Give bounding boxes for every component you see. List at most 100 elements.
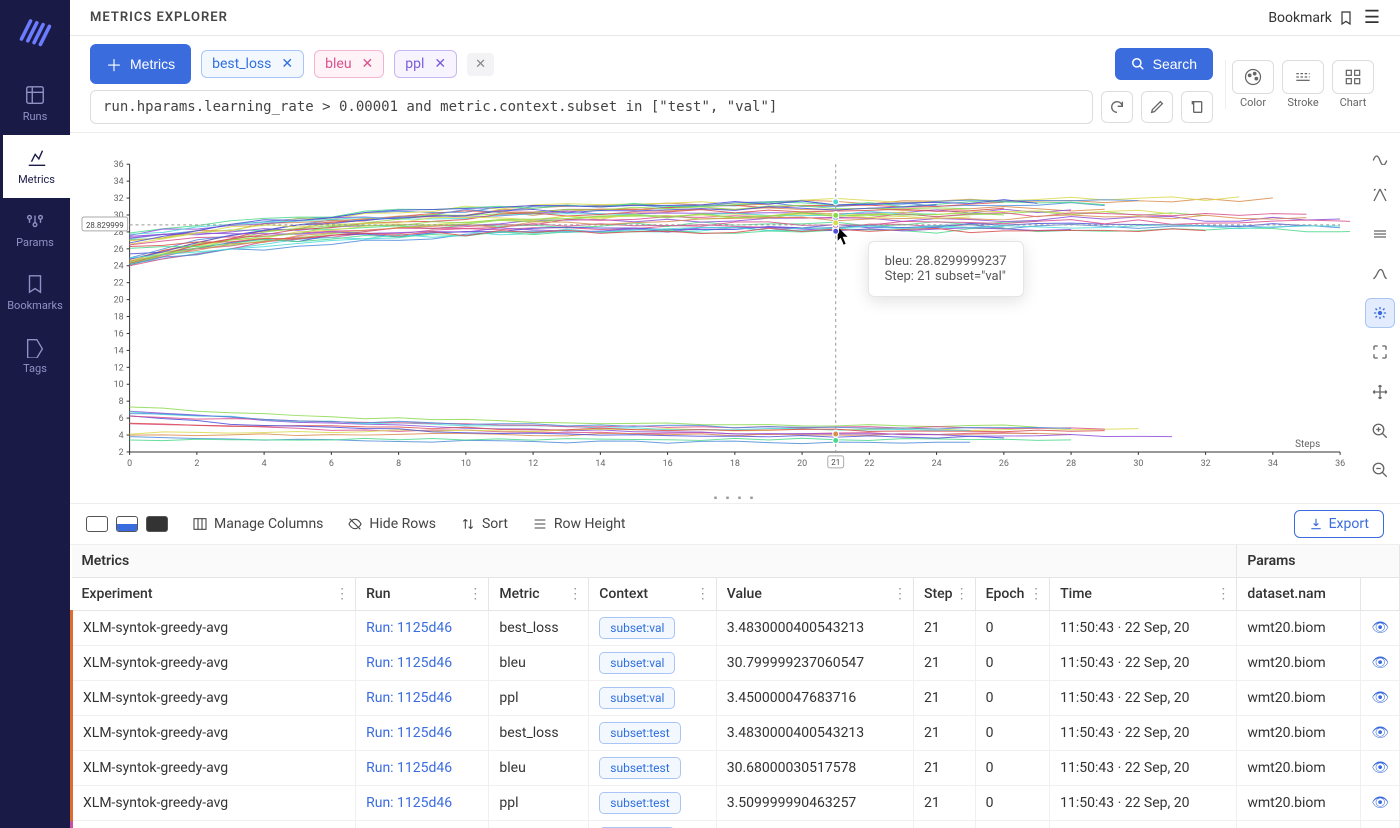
run-link[interactable]: Run: 1125d46 xyxy=(366,655,452,671)
view-table-only[interactable] xyxy=(146,516,168,532)
kebab-icon[interactable]: ⋮ xyxy=(1029,586,1043,602)
svg-text:6: 6 xyxy=(329,459,334,469)
run-link[interactable]: Run: 1125d46 xyxy=(366,725,452,741)
cell-visibility: 👁 xyxy=(1361,821,1400,828)
axes-scale-button[interactable] xyxy=(1365,180,1395,209)
manage-columns-button[interactable]: Manage Columns xyxy=(192,516,323,532)
col-epoch[interactable]: Epoch⋮ xyxy=(975,578,1049,611)
table-row[interactable]: XLM-syntok-greedy-avg Run: 1125d46 best_… xyxy=(72,611,1400,646)
search-button[interactable]: Search xyxy=(1115,48,1213,80)
col-context[interactable]: Context⋮ xyxy=(589,578,716,611)
run-link[interactable]: Run: 1125d46 xyxy=(366,795,452,811)
data-table-wrap[interactable]: Metrics Params Experiment⋮ Run⋮ Metric⋮ … xyxy=(70,545,1400,828)
autoscale-button[interactable] xyxy=(1365,338,1395,367)
svg-text:28: 28 xyxy=(1066,459,1076,469)
sidebar-item-tags[interactable]: Tags xyxy=(0,324,70,387)
sidebar-item-params[interactable]: Params xyxy=(0,198,70,261)
chart-panel[interactable]: 2468101214161820222426283032343602468101… xyxy=(70,133,1360,493)
cell-context: subset:val xyxy=(589,611,716,646)
eye-icon[interactable]: 👁 xyxy=(1371,725,1389,741)
eye-icon[interactable]: 👁 xyxy=(1371,655,1389,671)
col-step[interactable]: Step⋮ xyxy=(914,578,976,611)
cell-experiment: XLM-syntok-greedy-avg xyxy=(72,751,356,786)
clear-chips-button[interactable]: ✕ xyxy=(467,53,494,76)
row-height-button[interactable]: Row Height xyxy=(532,516,626,532)
metric-chip-bleu[interactable]: bleu ✕ xyxy=(314,50,384,78)
zoom-in-button[interactable] xyxy=(1365,416,1395,445)
table-row[interactable]: XLM-syntok-greedy-few-titles-avg Run: 11… xyxy=(72,821,1400,828)
table-row[interactable]: XLM-syntok-greedy-avg Run: 1125d46 ppl s… xyxy=(72,681,1400,716)
export-button[interactable]: Export xyxy=(1294,510,1384,538)
view-split[interactable] xyxy=(116,516,138,532)
cell-epoch: 0 xyxy=(975,681,1049,716)
eye-icon[interactable]: 👁 xyxy=(1371,690,1389,706)
close-icon[interactable]: ✕ xyxy=(362,56,374,72)
refresh-button[interactable] xyxy=(1101,91,1133,123)
col-run[interactable]: Run⋮ xyxy=(356,578,489,611)
run-link[interactable]: Run: 1125d46 xyxy=(366,620,452,636)
stroke-tool[interactable]: Stroke xyxy=(1282,60,1324,109)
cell-epoch: 0 xyxy=(975,786,1049,821)
table-row[interactable]: XLM-syntok-greedy-avg Run: 1125d46 bleu … xyxy=(72,646,1400,681)
query-input[interactable] xyxy=(90,90,1093,124)
sort-button[interactable]: Sort xyxy=(460,516,508,532)
zoom-out-button[interactable] xyxy=(1365,456,1395,485)
chart-tool[interactable]: Chart xyxy=(1332,60,1374,109)
context-badge: subset:val xyxy=(599,652,675,674)
sidebar-item-metrics[interactable]: Metrics xyxy=(0,135,70,198)
table-row[interactable]: XLM-syntok-greedy-avg Run: 1125d46 bleu … xyxy=(72,751,1400,786)
kebab-icon[interactable]: ⋮ xyxy=(955,586,969,602)
smoothing-button[interactable] xyxy=(1365,259,1395,288)
kebab-icon[interactable]: ⋮ xyxy=(696,586,710,602)
col-value[interactable]: Value⋮ xyxy=(716,578,913,611)
line-chart[interactable]: 2468101214161820222426283032343602468101… xyxy=(80,143,1350,493)
col-experiment[interactable]: Experiment⋮ xyxy=(72,578,356,611)
svg-text:6: 6 xyxy=(119,414,124,424)
align-button[interactable] xyxy=(1365,220,1395,249)
table-row[interactable]: XLM-syntok-greedy-avg Run: 1125d46 ppl s… xyxy=(72,786,1400,821)
svg-text:8: 8 xyxy=(119,397,124,407)
sidebar-item-bookmarks[interactable]: Bookmarks xyxy=(0,261,70,324)
aggregate-button[interactable] xyxy=(1365,141,1395,170)
sidebar-item-runs[interactable]: Runs xyxy=(0,72,70,135)
cell-metric: ppl xyxy=(489,681,589,716)
color-tool[interactable]: Color xyxy=(1232,60,1274,109)
eye-icon[interactable]: 👁 xyxy=(1371,620,1389,636)
cell-step: 21 xyxy=(914,751,976,786)
metric-chip-best-loss[interactable]: best_loss ✕ xyxy=(201,50,304,78)
view-chart-only[interactable] xyxy=(86,516,108,532)
run-link[interactable]: Run: 1125d46 xyxy=(366,760,452,776)
close-icon[interactable]: ✕ xyxy=(434,56,446,72)
bookmark-button[interactable]: Bookmark xyxy=(1268,10,1354,26)
cell-visibility: 👁 xyxy=(1361,646,1400,681)
kebab-icon[interactable]: ⋮ xyxy=(893,586,907,602)
highlight-button[interactable] xyxy=(1365,298,1395,327)
table-row[interactable]: XLM-syntok-greedy-avg Run: 1125d46 best_… xyxy=(72,716,1400,751)
cell-time: 11:50:43 · 22 Sep, 20 xyxy=(1050,786,1237,821)
cell-step: 21 xyxy=(914,646,976,681)
cell-step: 21 xyxy=(914,611,976,646)
col-time[interactable]: Time⋮ xyxy=(1050,578,1237,611)
col-dataset[interactable]: dataset.nam xyxy=(1237,578,1361,611)
pan-button[interactable] xyxy=(1365,377,1395,406)
cell-dataset: wmt20.biom xyxy=(1237,716,1361,751)
edit-button[interactable] xyxy=(1141,91,1173,123)
eye-icon[interactable]: 👁 xyxy=(1371,760,1389,776)
cell-metric: best_loss xyxy=(489,611,589,646)
menu-icon[interactable]: ☰ xyxy=(1364,7,1380,28)
run-link[interactable]: Run: 1125d46 xyxy=(366,690,452,706)
kebab-icon[interactable]: ⋮ xyxy=(335,586,349,602)
eye-icon[interactable]: 👁 xyxy=(1371,795,1389,811)
metric-chip-ppl[interactable]: ppl ✕ xyxy=(394,50,457,78)
copy-button[interactable] xyxy=(1181,91,1213,123)
hide-rows-button[interactable]: Hide Rows xyxy=(347,516,436,532)
sort-icon xyxy=(460,516,476,532)
cell-dataset: wmt20.biom xyxy=(1237,751,1361,786)
close-icon[interactable]: ✕ xyxy=(281,56,293,72)
kebab-icon[interactable]: ⋮ xyxy=(468,586,482,602)
cell-experiment: XLM-syntok-greedy-avg xyxy=(72,611,356,646)
metrics-select-button[interactable]: ＋ Metrics xyxy=(90,44,191,84)
kebab-icon[interactable]: ⋮ xyxy=(568,586,582,602)
kebab-icon[interactable]: ⋮ xyxy=(1216,586,1230,602)
col-metric[interactable]: Metric⋮ xyxy=(489,578,589,611)
